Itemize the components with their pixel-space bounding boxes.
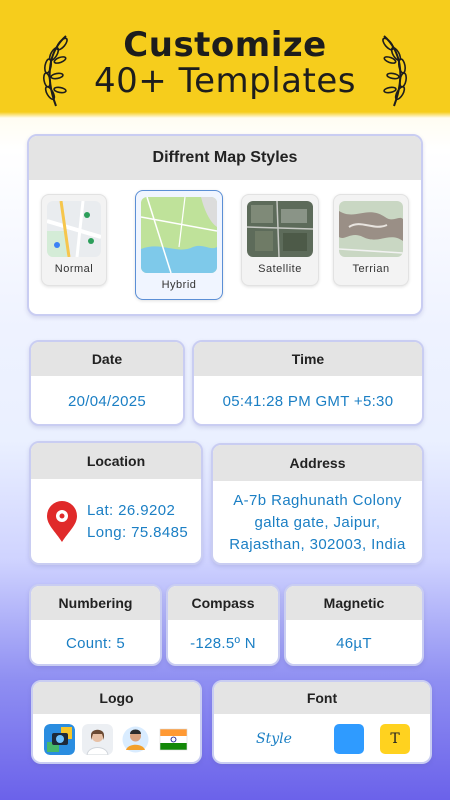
compass-title: Compass <box>168 586 278 620</box>
map-styles-card: Diffrent Map Styles Normal Hybrid Satell… <box>27 134 423 316</box>
font-color-swatches: T <box>334 724 410 754</box>
numbering-card[interactable]: Numbering Count: 5 <box>29 584 162 666</box>
address-value: A-7b Raghunath Colony galta gate, Jaipur… <box>213 481 422 563</box>
map-style-label: Hybrid <box>161 279 197 291</box>
font-options: Style T <box>214 714 430 762</box>
numbering-value: Count: 5 <box>65 634 126 652</box>
user-avatar-icon[interactable] <box>120 723 151 755</box>
map-styles-list: Normal Hybrid Satellite Terrian <box>29 180 421 314</box>
hero-title: Customize <box>123 25 327 65</box>
address-title: Address <box>213 445 422 481</box>
blue-color-swatch[interactable] <box>334 724 364 754</box>
time-value: 05:41:28 PM GMT +5:30 <box>222 392 394 410</box>
map-style-normal[interactable]: Normal <box>41 194 107 286</box>
time-card[interactable]: Time 05:41:28 PM GMT +5:30 <box>192 340 424 426</box>
compass-value: -128.5º N <box>190 634 256 652</box>
font-style-option[interactable]: Style <box>256 731 292 747</box>
latitude-value: Lat: 26.9202 <box>87 502 176 519</box>
laurel-left-icon <box>43 35 68 107</box>
numbering-title: Numbering <box>31 586 160 620</box>
date-value: 20/04/2025 <box>67 392 147 410</box>
india-flag-icon[interactable] <box>158 723 189 755</box>
hybrid-map-thumbnail <box>141 197 217 273</box>
normal-map-thumbnail <box>47 201 101 257</box>
satellite-map-thumbnail <box>247 201 313 257</box>
map-style-label: Normal <box>54 263 94 275</box>
address-card[interactable]: Address A-7b Raghunath Colony galta gate… <box>211 443 424 565</box>
text-style-swatch[interactable]: T <box>380 724 410 754</box>
magnetic-title: Magnetic <box>286 586 422 620</box>
map-styles-title: Diffrent Map Styles <box>29 136 421 180</box>
location-pin-icon <box>47 501 77 542</box>
font-card[interactable]: Font Style T <box>212 680 432 764</box>
map-style-hybrid[interactable]: Hybrid <box>135 190 223 300</box>
magnetic-card[interactable]: Magnetic 46µT <box>284 584 424 666</box>
camera-app-icon[interactable] <box>44 723 75 755</box>
person-photo-icon[interactable] <box>82 723 113 755</box>
logo-card[interactable]: Logo <box>31 680 202 764</box>
laurel-right-icon <box>382 35 407 107</box>
date-card[interactable]: Date 20/04/2025 <box>29 340 185 426</box>
time-title: Time <box>194 342 422 376</box>
address-line-3: Rajasthan, 302003, India <box>229 536 406 553</box>
magnetic-value: 46µT <box>336 634 372 652</box>
map-style-terrain[interactable]: Terrian <box>333 194 409 286</box>
map-style-label: Satellite <box>258 263 302 275</box>
map-style-satellite[interactable]: Satellite <box>241 194 319 286</box>
map-style-label: Terrian <box>352 263 390 275</box>
terrain-map-thumbnail <box>339 201 403 257</box>
location-title: Location <box>31 443 201 479</box>
hero-subtitle: 40+ Templates <box>94 61 356 101</box>
logo-options <box>33 714 200 762</box>
location-coordinates: Lat: 26.9202 Long: 75.8485 <box>87 500 188 544</box>
font-title: Font <box>214 682 430 714</box>
address-line-2: galta gate, Jaipur, <box>254 514 381 531</box>
compass-card[interactable]: Compass -128.5º N <box>166 584 280 666</box>
address-line-1: A-7b Raghunath Colony <box>233 492 402 509</box>
location-body: Lat: 26.9202 Long: 75.8485 <box>31 479 201 563</box>
longitude-value: Long: 75.8485 <box>87 524 189 541</box>
logo-title: Logo <box>33 682 200 714</box>
location-card[interactable]: Location Lat: 26.9202 Long: 75.8485 <box>29 441 203 565</box>
date-title: Date <box>31 342 183 376</box>
